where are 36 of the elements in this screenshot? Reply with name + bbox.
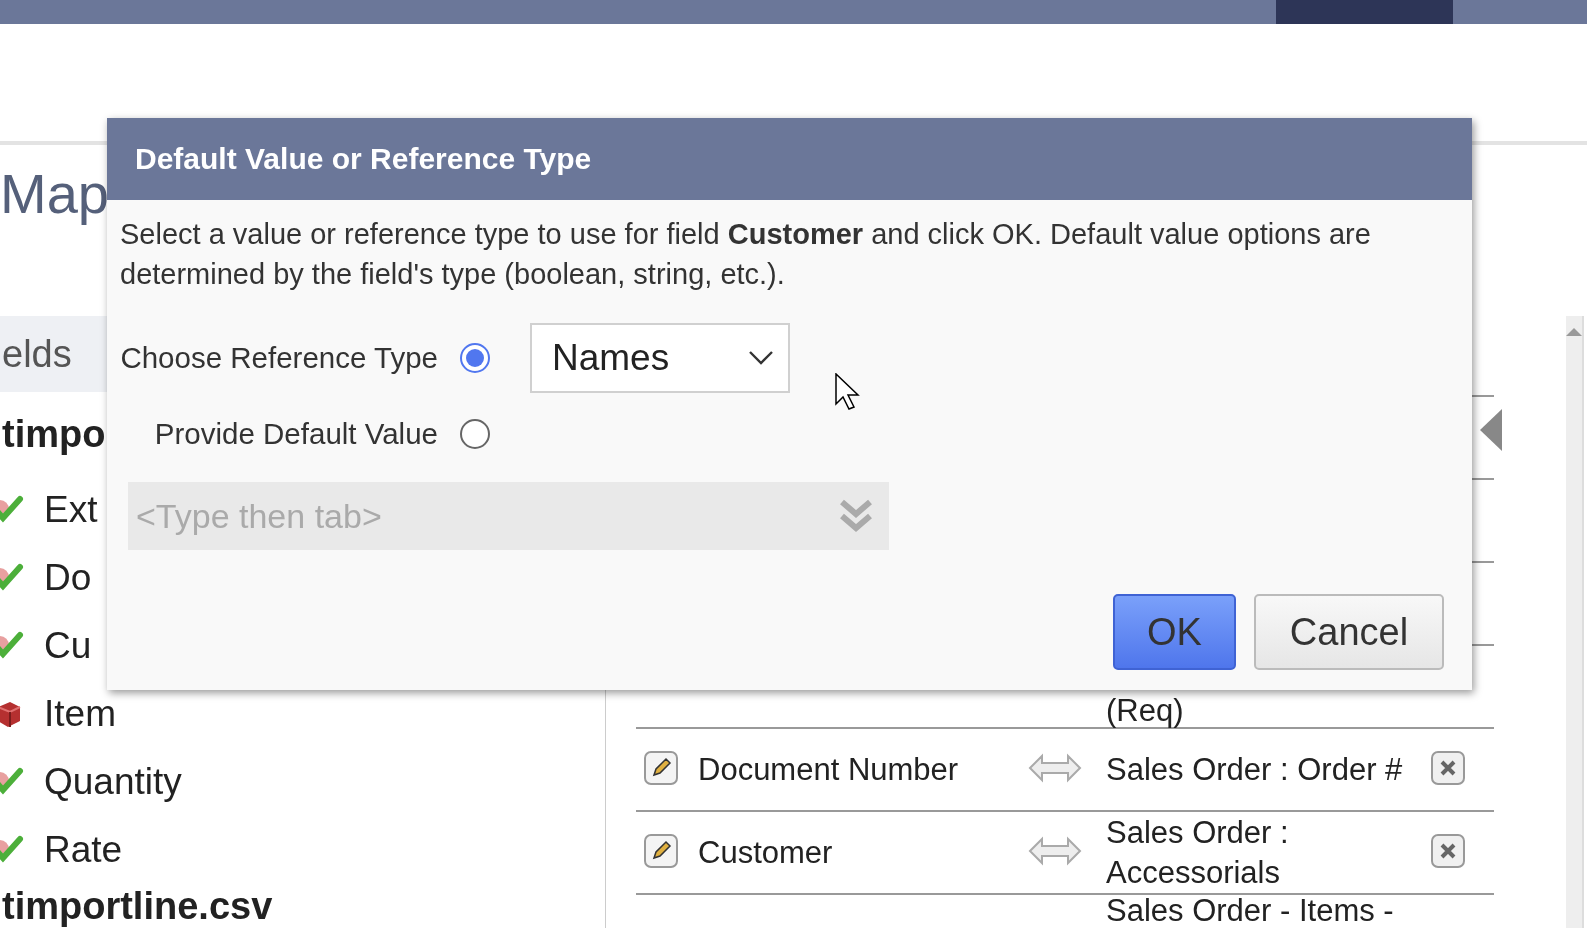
radio-button[interactable] (460, 419, 490, 449)
delete-icon[interactable] (1431, 833, 1465, 868)
ok-button[interactable]: OK (1113, 594, 1236, 670)
pencil-icon[interactable] (644, 750, 678, 785)
option-label: Provide Default Value (154, 417, 438, 451)
field-label[interactable]: Quantity (44, 761, 182, 803)
file-name: timpo (2, 412, 106, 457)
field-label[interactable]: Cu (44, 625, 92, 667)
double-arrow-icon (1028, 835, 1082, 866)
field-label[interactable]: Ext (44, 489, 98, 531)
target-field: (Req) (1106, 693, 1184, 728)
double-arrow-icon (1028, 752, 1082, 783)
dialog-message: Select a value or reference type to use for field Customer and click OK. Default value options are determined by the field's type (boolean, string, etc.). (120, 217, 1372, 292)
chevron-down-icon (748, 350, 774, 366)
delete-icon[interactable] (1431, 750, 1465, 785)
collapse-arrow-icon[interactable] (1480, 409, 1502, 451)
field-label[interactable]: Rate (44, 829, 123, 871)
option-label: Choose Reference Type (120, 341, 438, 375)
target-field: Sales Order - Items - (1106, 893, 1394, 928)
field-label[interactable]: Item (44, 693, 116, 735)
target-field: Sales Order : Order # (1106, 751, 1403, 787)
scrollbar[interactable] (1566, 316, 1584, 928)
reference-type-dropdown[interactable]: Names (530, 323, 790, 393)
pencil-icon[interactable] (644, 833, 678, 868)
page-heading: Map (0, 161, 109, 227)
field-label[interactable]: Do (44, 557, 92, 599)
cancel-button[interactable]: Cancel (1254, 594, 1444, 670)
radio-button[interactable] (460, 343, 490, 373)
target-field: Sales Order : Accessorials (1106, 814, 1289, 890)
dialog-title: Default Value or Reference Type (107, 118, 1472, 200)
mouse-pointer-icon (835, 373, 861, 411)
source-field: Document Number (698, 751, 959, 787)
source-field: Customer (698, 834, 833, 870)
panel-header-text: elds (2, 332, 72, 376)
file-name: timportline.csv (2, 884, 273, 928)
double-chevron-icon (839, 498, 873, 534)
